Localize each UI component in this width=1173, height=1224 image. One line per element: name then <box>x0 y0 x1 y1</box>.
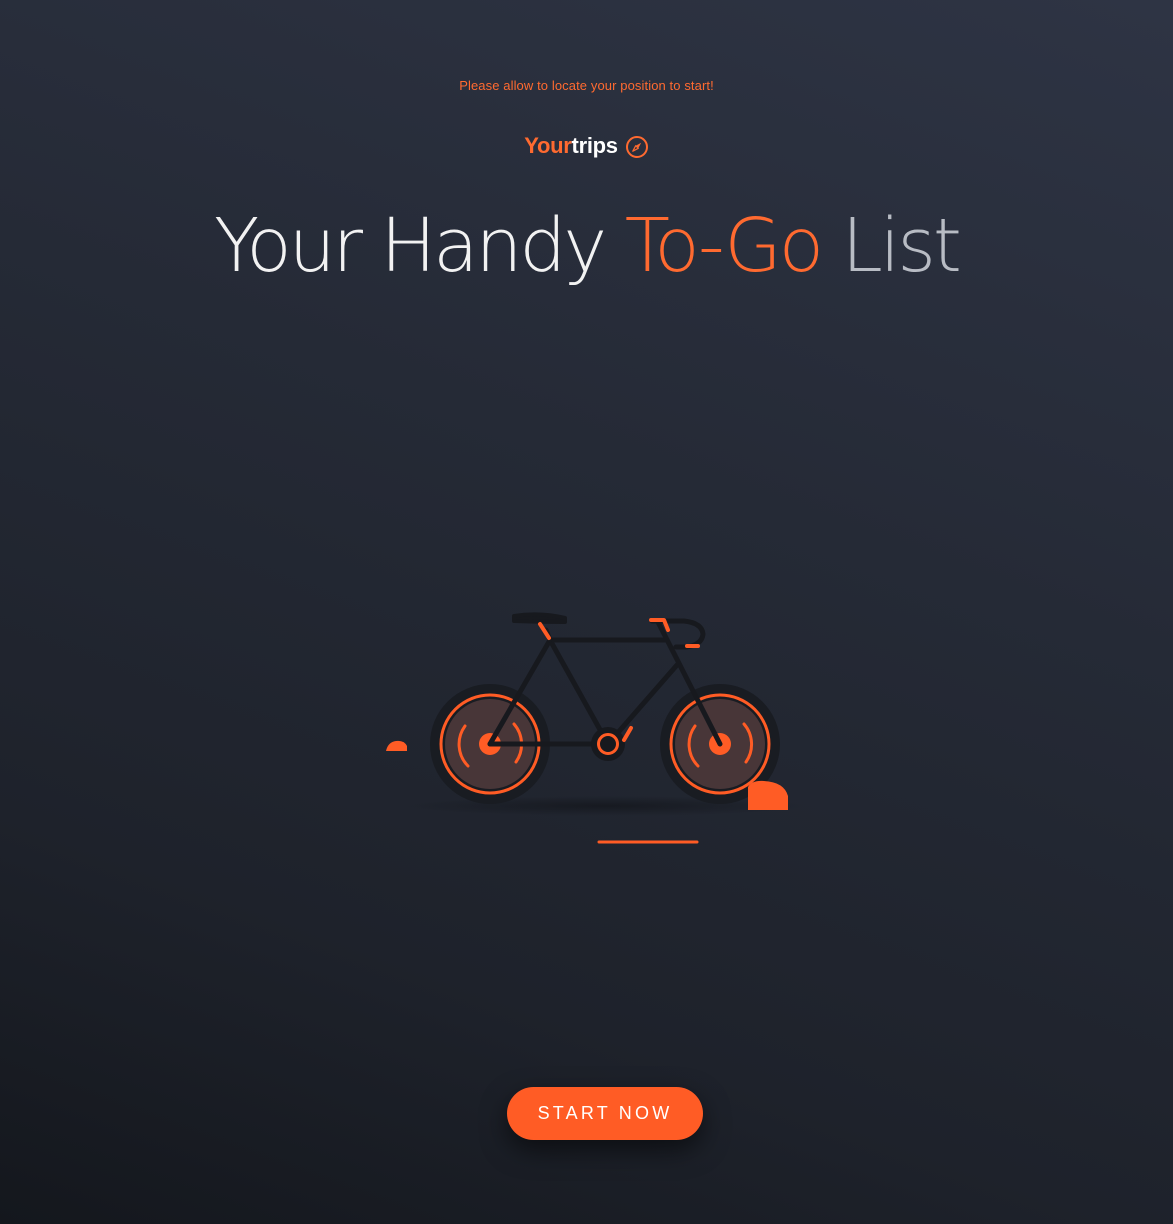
bicycle-illustration <box>386 612 805 844</box>
ground-rock-right <box>748 780 788 810</box>
headline-part3: List <box>821 203 962 289</box>
start-now-button[interactable]: START NOW <box>507 1087 703 1140</box>
ground-shadow <box>405 796 805 816</box>
brand-name: Yourtrips <box>524 133 618 159</box>
headline-part2: To-Go <box>624 203 824 289</box>
brand-trips: trips <box>571 133 618 158</box>
headline-part1: Your Handy <box>214 203 625 289</box>
bike-seat <box>512 612 567 624</box>
brand-your: Your <box>524 133 572 158</box>
bike-crank <box>591 727 625 761</box>
ground-rock-left <box>386 740 407 751</box>
page-headline: Your Handy To-Go List <box>0 198 1173 294</box>
brand-logo: Yourtrips <box>0 133 1173 159</box>
pedal-accent <box>622 726 633 742</box>
compass-icon <box>625 136 648 158</box>
location-permission-notice: Please allow to locate your position to … <box>459 78 714 93</box>
